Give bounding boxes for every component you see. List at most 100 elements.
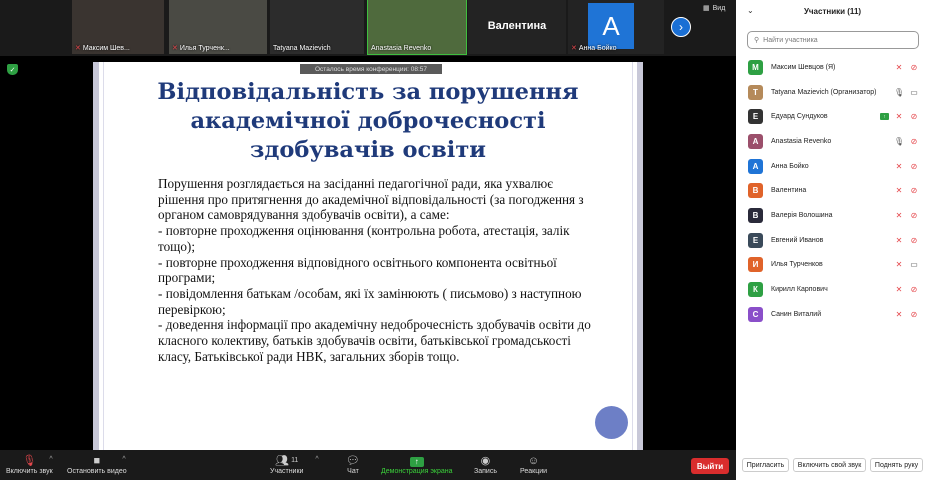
people-icon: 👥︎	[275, 455, 290, 467]
participant-name: Валерія Волошина	[771, 211, 833, 219]
unmute-me-button[interactable]: Включить свой звук	[792, 458, 867, 472]
security-shield-icon[interactable]: ✓	[7, 64, 18, 75]
share-screen-icon: ↑	[409, 456, 424, 467]
participant-row[interactable]: A Anastasia Revenko 🎙︎ ⊘	[736, 129, 929, 154]
video-off-icon: ⊘	[910, 112, 918, 122]
smiley-icon: ☺	[527, 454, 540, 467]
avatar: A	[588, 3, 634, 49]
mic-muted-icon: ✕	[895, 260, 903, 270]
chevron-up-icon[interactable]: ^	[122, 456, 125, 463]
participant-name: Anastasia Revenko	[771, 137, 832, 145]
mic-muted-icon: ✕	[895, 112, 903, 122]
slide-paragraph: - повторне проходження відповідного осві…	[158, 254, 557, 286]
meeting-area: ✕ Максим Шев... ✕ Илья Турченк... Tatyana …	[0, 0, 736, 480]
participant-row[interactable]: M Максим Шевцов (Я) ✕ ⊘	[736, 55, 929, 80]
video-camera-icon: ▭	[910, 87, 918, 97]
tile-name: Илья Турченк...	[179, 44, 230, 52]
leave-button[interactable]: Выйти	[691, 458, 729, 474]
raise-hand-button[interactable]: Поднять руку	[869, 458, 924, 472]
record-icon: ◉	[480, 455, 491, 467]
video-tile-active-speaker[interactable]: Anastasia Revenko	[367, 0, 467, 55]
avatar: А	[748, 158, 763, 174]
avatar: M	[748, 59, 763, 75]
search-placeholder: Найти участника	[763, 36, 818, 44]
mic-muted-icon: ✕	[895, 210, 903, 220]
video-tile[interactable]: Tatyana Mazievich	[270, 0, 364, 54]
chevron-up-icon[interactable]: ^	[49, 456, 52, 463]
video-tile[interactable]: ✕ Илья Турченк...	[169, 0, 267, 54]
participant-row[interactable]: T Tatyana Mazievich (Организатор) 🎙︎ ▭	[736, 80, 929, 105]
video-camera-icon: ▭	[910, 260, 918, 270]
video-off-icon: ⊘	[910, 210, 918, 220]
view-button[interactable]: ▦ Вид	[703, 4, 725, 13]
screen-share-indicator-icon: ↑	[880, 113, 889, 121]
participant-list: M Максим Шевцов (Я) ✕ ⊘ T Tatyana Mazievich (…	[736, 55, 929, 327]
participant-row[interactable]: И Илья Турченков ✕ ▭	[736, 253, 929, 278]
participants-button[interactable]: 👥︎ 11 Участники	[270, 453, 303, 475]
avatar: С	[748, 306, 763, 322]
avatar: Е	[748, 109, 763, 125]
mic-muted-icon: ✕	[895, 235, 903, 245]
participant-row[interactable]: К Кирилл Карпович ✕ ⊘	[736, 277, 929, 302]
panel-header: ⌄ Участники (11)	[736, 0, 929, 24]
avatar: В	[748, 183, 763, 199]
avatar: К	[748, 282, 763, 298]
stop-video-button[interactable]: ■ Остановить видео	[67, 453, 127, 476]
slide-paragraph: - доведення інформації про академічну не…	[158, 317, 591, 364]
mic-icon: 🎙︎	[894, 136, 905, 146]
video-off-icon: ⊘	[910, 285, 918, 295]
avatar: A	[748, 133, 763, 149]
mic-muted-icon: ✕	[895, 186, 903, 196]
next-page-button[interactable]: ›	[671, 17, 691, 37]
panel-footer: Пригласить Включить свой звук Поднять ру…	[736, 450, 929, 480]
participant-row[interactable]: В Валерія Волошина ✕ ⊘	[736, 203, 929, 228]
video-tile[interactable]: Валентина	[468, 0, 566, 54]
participant-row[interactable]: А Анна Бойко ✕ ⊘	[736, 154, 929, 179]
tile-name: Tatyana Mazievich	[273, 45, 331, 52]
participant-name: Едуард Сундуков	[771, 113, 828, 121]
avatar: T	[748, 84, 763, 100]
mic-muted-icon: ✕	[895, 62, 903, 72]
tile-name: Анна Бойко	[578, 44, 617, 52]
video-off-icon: ⊘	[910, 186, 918, 196]
chat-icon: 💬︎	[346, 455, 360, 467]
mic-muted-icon: ✕	[895, 161, 903, 171]
participant-name: Максим Шевцов (Я)	[771, 63, 836, 71]
chat-button[interactable]: 💬︎ Чат	[346, 453, 360, 475]
slide-paragraph: - повідомлення батькам /особам, які їх з…	[158, 285, 582, 317]
participant-row[interactable]: Е Едуард Сундуков ↑ ✕ ⊘	[736, 104, 929, 129]
invite-button[interactable]: Пригласить	[741, 458, 790, 472]
mic-muted-icon: ✕	[895, 309, 903, 319]
participant-name: Санин Виталий	[771, 310, 822, 318]
record-button[interactable]: ◉ Запись	[474, 453, 497, 475]
participants-panel: ⌄ Участники (11) ⚲ Найти участника M Макс…	[736, 0, 929, 480]
tile-name: Anastasia Revenko	[371, 45, 432, 52]
zoom-window: ✕ Максим Шев... ✕ Илья Турченк... Tatyana …	[0, 0, 929, 480]
participant-search-input[interactable]: ⚲ Найти участника	[747, 31, 919, 49]
participant-name: Кирилл Карпович	[771, 286, 828, 294]
meeting-toolbar: 🎙︎ Включить звук ^ ■ Остановить видео ^ …	[0, 450, 736, 480]
share-screen-button[interactable]: ↑ Демонстрация экрана	[381, 453, 453, 475]
video-tile[interactable]: ✕ Максим Шев...	[72, 0, 164, 54]
slide-decoration-circle	[595, 406, 628, 439]
avatar: В	[748, 207, 763, 223]
chevron-up-icon[interactable]: ^	[315, 456, 318, 463]
participant-row[interactable]: Е Евгений Иванов ✕ ⊘	[736, 228, 929, 253]
search-icon: ⚲	[754, 37, 760, 44]
video-off-icon: ⊘	[910, 62, 918, 72]
video-off-icon: ⊘	[910, 309, 918, 319]
video-off-icon: ⊘	[910, 235, 918, 245]
reactions-button[interactable]: ☺ Реакции	[520, 453, 547, 476]
panel-title: Участники (11)	[803, 7, 862, 16]
slide-title: Відповідальність за порушення академічно…	[157, 79, 579, 163]
video-tile[interactable]: A ✕ Анна Бойко	[568, 0, 664, 54]
unmute-button[interactable]: 🎙︎ Включить звук	[6, 453, 53, 475]
video-camera-icon: ■	[93, 454, 101, 467]
shared-screen-slide: Відповідальність за порушення академічно…	[93, 62, 643, 450]
participant-row[interactable]: В Валентина ✕ ⊘	[736, 178, 929, 203]
participant-row[interactable]: С Санин Виталий ✕ ⊘	[736, 302, 929, 327]
grid-icon: ▦	[703, 5, 710, 12]
participants-count: 11	[291, 457, 299, 464]
meeting-time-remaining: Осталось время конференции: 08:57	[300, 64, 442, 74]
tile-name: Максим Шев...	[82, 44, 130, 52]
